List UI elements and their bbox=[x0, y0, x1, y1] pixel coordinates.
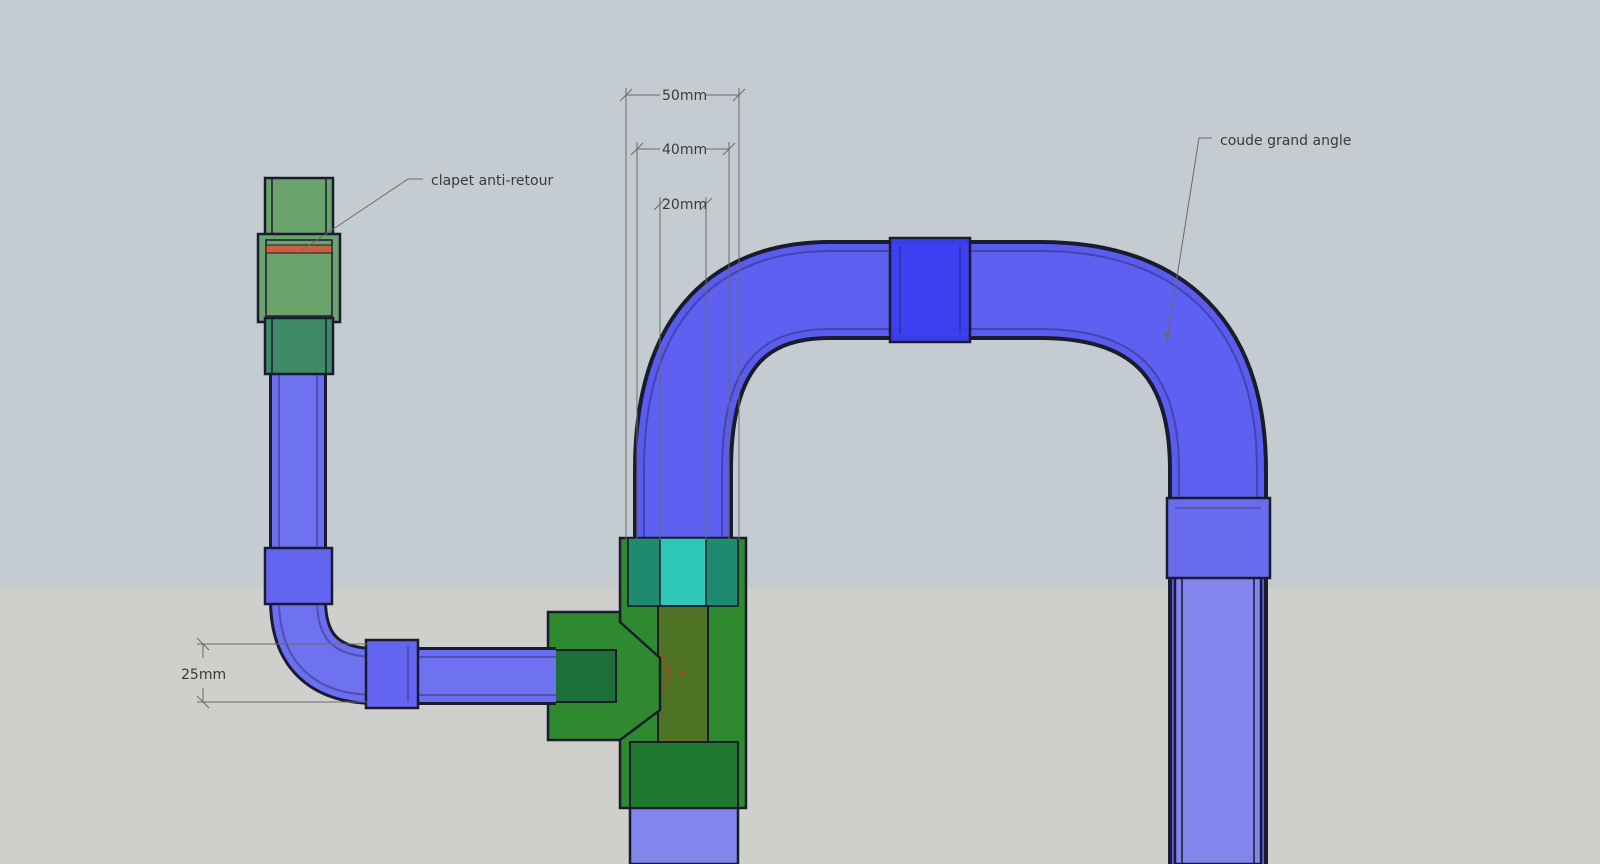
tee-cyan-left-wall bbox=[627, 537, 661, 607]
tee-side-socket bbox=[547, 649, 617, 703]
vertical-lower-coupling bbox=[263, 546, 334, 606]
horizontal-coupling bbox=[364, 638, 420, 710]
label-coude-grand-angle: coude grand angle bbox=[1220, 133, 1351, 149]
valve-disc bbox=[265, 244, 333, 254]
tee-cyan-right-wall bbox=[705, 537, 739, 607]
top-coupling bbox=[888, 236, 972, 344]
dim-40mm-label: 40mm bbox=[662, 142, 707, 158]
tee-pointer-mark: ↑ bbox=[678, 668, 687, 681]
valve-upper-tube bbox=[263, 176, 335, 240]
dim-50mm-label: 50mm bbox=[662, 88, 707, 104]
label-clapet-anti-retour: clapet anti-retour bbox=[431, 173, 553, 189]
tee-lower-sleeve bbox=[629, 741, 739, 809]
sketchup-viewport[interactable]: ↑ 50mm 40mm 20mm 25mm clapet anti-retour… bbox=[0, 0, 1600, 864]
right-pipe-lower bbox=[1173, 558, 1263, 864]
right-coupling bbox=[1165, 496, 1272, 580]
valve-lower-sleeve bbox=[263, 316, 335, 376]
ground-background bbox=[0, 588, 1600, 864]
dim-25mm-label: 25mm bbox=[181, 667, 226, 683]
check-valve bbox=[256, 176, 342, 376]
dim-20mm-label: 20mm bbox=[662, 197, 707, 213]
pipe-diagram[interactable]: ↑ 50mm 40mm 20mm 25mm clapet anti-retour… bbox=[0, 0, 1600, 864]
